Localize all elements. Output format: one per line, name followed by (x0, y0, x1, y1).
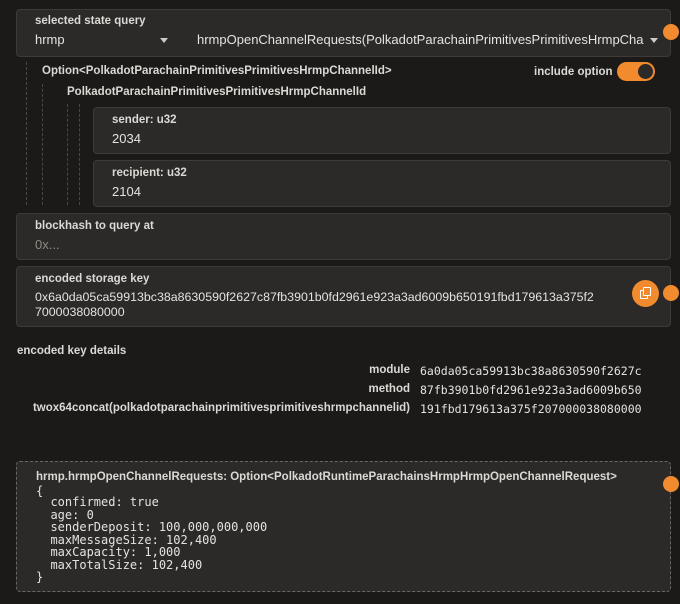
sender-label: sender: u32 (112, 114, 177, 126)
query-result-panel: hrmp.hrmpOpenChannelRequests: Option<Pol… (16, 461, 679, 592)
include-option-toggle[interactable] (617, 62, 655, 81)
storage-key-line-2: 7000038080000 (35, 305, 125, 319)
edge-indicator (663, 476, 679, 492)
blockhash-label: blockhash to query at (35, 220, 154, 232)
toggle-knob (638, 64, 653, 79)
sender-field[interactable] (93, 107, 671, 154)
tree-guide (26, 62, 27, 205)
copy-button[interactable] (632, 280, 659, 307)
method-select[interactable]: hrmpOpenChannelRequests(PolkadotParachai… (197, 31, 662, 49)
chevron-down-icon (160, 38, 168, 43)
edge-indicator (663, 24, 679, 40)
tree-guide (67, 104, 68, 205)
copy-icon (643, 287, 651, 296)
module-select-value: hrmp (35, 32, 65, 47)
key-detail-method-label: method (368, 383, 410, 395)
key-detail-hasher-value: 191fbd179613a375f207000038080000 (420, 402, 642, 416)
key-detail-method-value: 87fb3901b0fd2961e923a3ad6009b650 (420, 383, 642, 397)
recipient-label: recipient: u32 (112, 167, 187, 179)
module-select[interactable]: hrmp (35, 31, 175, 49)
key-details-title: encoded key details (17, 345, 127, 357)
result-line: } (36, 570, 44, 584)
result-line: maxTotalSize: 102,400 (36, 558, 203, 572)
method-select-value: hrmpOpenChannelRequests(PolkadotParachai… (197, 32, 644, 47)
tree-guide (42, 84, 43, 205)
struct-type-label: PolkadotParachainPrimitivesPrimitivesHrm… (67, 86, 367, 98)
include-option-label: include option (534, 66, 613, 78)
key-detail-hasher-label: twox64concat(polkadotparachainprimitives… (32, 402, 410, 414)
blockhash-input[interactable]: 0x... (35, 237, 60, 252)
sender-value[interactable]: 2034 (112, 131, 141, 146)
tree-guide (79, 104, 80, 205)
option-type-label: Option<PolkadotParachainPrimitivesPrimit… (42, 65, 392, 77)
storage-key-line-1: 0x6a0da05ca59913bc38a8630590f2627c87fb39… (35, 290, 594, 304)
key-detail-module-label: module (369, 364, 410, 376)
key-detail-module-value: 6a0da05ca59913bc38a8630590f2627c (420, 364, 642, 378)
chevron-down-icon (650, 38, 658, 43)
state-query-label: selected state query (35, 15, 146, 27)
recipient-value[interactable]: 2104 (112, 184, 141, 199)
edge-indicator (663, 285, 679, 301)
result-header: hrmp.hrmpOpenChannelRequests: Option<Pol… (36, 471, 617, 483)
storage-key-label: encoded storage key (35, 273, 150, 285)
